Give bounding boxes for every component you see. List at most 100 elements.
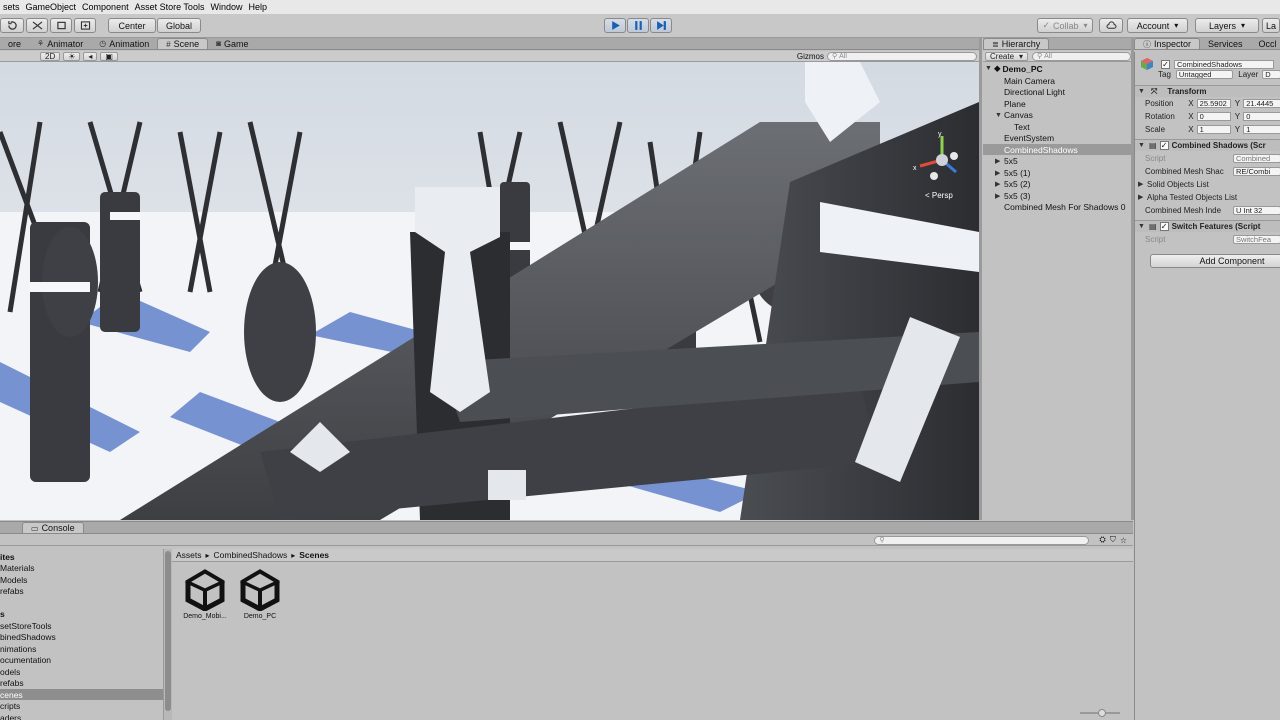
- folder-tree-item[interactable]: nimations: [0, 643, 163, 654]
- icon-size-slider[interactable]: [1080, 709, 1120, 717]
- expand-arrow-icon[interactable]: ▶: [995, 157, 1004, 165]
- transform-header[interactable]: ▼ ⤧ Transform: [1135, 85, 1280, 97]
- tab-store[interactable]: ore: [0, 38, 29, 49]
- combined-shadows-header[interactable]: ▼ ▤ ✓ Combined Shadows (Scr: [1135, 139, 1280, 151]
- rotation-x-field[interactable]: 0: [1196, 111, 1231, 121]
- folder-tree-item[interactable]: [0, 597, 163, 608]
- mesh-index-dropdown[interactable]: U Int 32: [1233, 205, 1280, 215]
- hierarchy-item[interactable]: ▼ Canvas: [983, 110, 1131, 121]
- hierarchy-scene-root[interactable]: ▼ ◆ Demo_PC: [983, 63, 1131, 74]
- hierarchy-item[interactable]: ▶ 5x5 (1): [983, 167, 1131, 178]
- rotation-y-field[interactable]: 0: [1243, 111, 1280, 121]
- tab-animator[interactable]: ⚘ Animator: [29, 38, 91, 49]
- audio-toggle[interactable]: ◂: [83, 51, 98, 61]
- projection-label[interactable]: < Persp: [925, 191, 953, 200]
- folder-tree-item[interactable]: ites: [0, 551, 163, 562]
- script-field[interactable]: Combined: [1233, 153, 1280, 163]
- slider-thumb[interactable]: [1098, 709, 1106, 717]
- collab-button[interactable]: ✓ Collab: [1037, 18, 1093, 33]
- hierarchy-item[interactable]: CombinedShadows: [983, 144, 1131, 155]
- cloud-button[interactable]: [1099, 18, 1123, 33]
- component-enabled-checkbox[interactable]: ✓: [1159, 222, 1169, 231]
- filter-type-icon[interactable]: ⛭: [1099, 535, 1105, 545]
- position-x-field[interactable]: 25.5902: [1196, 98, 1231, 108]
- scrollbar-thumb[interactable]: [165, 551, 171, 711]
- hierarchy-item[interactable]: Plane: [983, 98, 1131, 109]
- filter-label-icon[interactable]: ⛉: [1110, 535, 1116, 545]
- folder-tree-item[interactable]: setStoreTools: [0, 620, 163, 631]
- pause-button[interactable]: [627, 18, 649, 33]
- toggle-2d-button[interactable]: 2D: [40, 51, 61, 61]
- hierarchy-search-input[interactable]: ⚲ All: [1032, 51, 1131, 61]
- play-button[interactable]: [604, 18, 626, 33]
- folder-tree-item[interactable]: ocumentation: [0, 655, 163, 666]
- folder-tree-item[interactable]: s: [0, 609, 163, 620]
- favorite-star-icon[interactable]: ☆: [1120, 536, 1127, 545]
- expand-arrow-icon[interactable]: ▶: [995, 192, 1004, 200]
- folder-tree-item[interactable]: cenes: [0, 689, 163, 700]
- tab-scene[interactable]: # Scene: [157, 38, 209, 49]
- mesh-shadows-field[interactable]: RE/Combi: [1233, 166, 1280, 176]
- menu-window[interactable]: Window: [207, 2, 245, 12]
- rotate-tool-button[interactable]: [0, 18, 24, 33]
- lighting-toggle[interactable]: ☀: [63, 51, 81, 61]
- asset-item[interactable]: Demo_PC: [235, 569, 285, 629]
- create-dropdown[interactable]: Create: [985, 51, 1029, 61]
- component-enabled-checkbox[interactable]: ✓: [1159, 141, 1169, 150]
- folder-tree-scrollbar[interactable]: [164, 549, 172, 720]
- tab-inspector[interactable]: ⓘ Inspector: [1134, 38, 1201, 49]
- hierarchy-item[interactable]: Combined Mesh For Shadows 0: [983, 202, 1131, 213]
- step-button[interactable]: [650, 18, 672, 33]
- scene-search-input[interactable]: ⚲ All: [827, 51, 977, 61]
- scale-x-field[interactable]: 1: [1196, 124, 1231, 134]
- expand-arrow-icon[interactable]: ▼: [995, 112, 1004, 119]
- tab-services[interactable]: Services: [1200, 38, 1251, 49]
- scale-y-field[interactable]: 1: [1243, 124, 1280, 134]
- scene-hierarchy-divider[interactable]: [979, 38, 982, 520]
- hierarchy-item[interactable]: Text: [983, 121, 1131, 132]
- position-y-field[interactable]: 21.4445: [1243, 98, 1280, 108]
- switch-script-field[interactable]: SwitchFea: [1233, 234, 1280, 244]
- tag-dropdown[interactable]: Untagged: [1175, 69, 1234, 79]
- layout-dropdown[interactable]: La: [1262, 18, 1280, 33]
- switch-features-header[interactable]: ▼ ▤ ✓ Switch Features (Script: [1135, 220, 1280, 232]
- tab-hierarchy[interactable]: ≣ Hierarchy: [983, 38, 1050, 49]
- solid-objects-list-row[interactable]: ▶ Solid Objects List: [1135, 178, 1280, 190]
- layers-dropdown[interactable]: Layers: [1195, 18, 1259, 33]
- tab-console[interactable]: ▭ Console: [22, 522, 84, 533]
- rect-tool-button[interactable]: [50, 18, 72, 33]
- effects-dropdown[interactable]: ▣: [100, 51, 118, 61]
- scale-tool-button[interactable]: [26, 18, 48, 33]
- hierarchy-item[interactable]: Directional Light: [983, 87, 1131, 98]
- hierarchy-item[interactable]: Main Camera: [983, 75, 1131, 86]
- expand-arrow-icon[interactable]: ▶: [995, 169, 1004, 177]
- account-dropdown[interactable]: Account: [1127, 18, 1188, 33]
- orientation-gizmo[interactable]: y x: [912, 130, 962, 190]
- scene-viewport[interactable]: y x < Persp: [0, 62, 979, 520]
- folder-tree-item[interactable]: Models: [0, 574, 163, 585]
- hierarchy-item[interactable]: ▶ 5x5 (2): [983, 179, 1131, 190]
- menu-asset-store-tools[interactable]: Asset Store Tools: [132, 2, 208, 12]
- folder-tree-item[interactable]: Materials: [0, 563, 163, 574]
- hierarchy-item[interactable]: ▶ 5x5: [983, 156, 1131, 167]
- menu-assets[interactable]: sets: [0, 2, 23, 12]
- folder-tree-item[interactable]: refabs: [0, 678, 163, 689]
- project-search-input[interactable]: ⚲: [874, 535, 1090, 545]
- transform-tool-button[interactable]: [74, 18, 96, 33]
- folder-tree-item[interactable]: refabs: [0, 586, 163, 597]
- tab-occlusion[interactable]: Occl: [1251, 38, 1280, 49]
- tab-game[interactable]: ◙ Game: [208, 38, 256, 49]
- expand-arrow-icon[interactable]: ▶: [995, 180, 1004, 188]
- hierarchy-item[interactable]: ▶ 5x5 (3): [983, 190, 1131, 201]
- menu-help[interactable]: Help: [245, 2, 270, 12]
- pivot-global-toggle[interactable]: Global: [157, 18, 201, 33]
- add-component-button[interactable]: Add Component: [1150, 254, 1280, 268]
- gizmos-dropdown[interactable]: Gizmos: [797, 52, 824, 61]
- menu-gameobject[interactable]: GameObject: [23, 2, 80, 12]
- folder-tree-item[interactable]: odels: [0, 666, 163, 677]
- layer-dropdown[interactable]: D: [1262, 69, 1280, 79]
- folder-tree-item[interactable]: aders: [0, 712, 163, 720]
- folder-tree-item[interactable]: binedShadows: [0, 632, 163, 643]
- hierarchy-item[interactable]: EventSystem: [983, 133, 1131, 144]
- tab-animation[interactable]: ◷ Animation: [91, 38, 157, 49]
